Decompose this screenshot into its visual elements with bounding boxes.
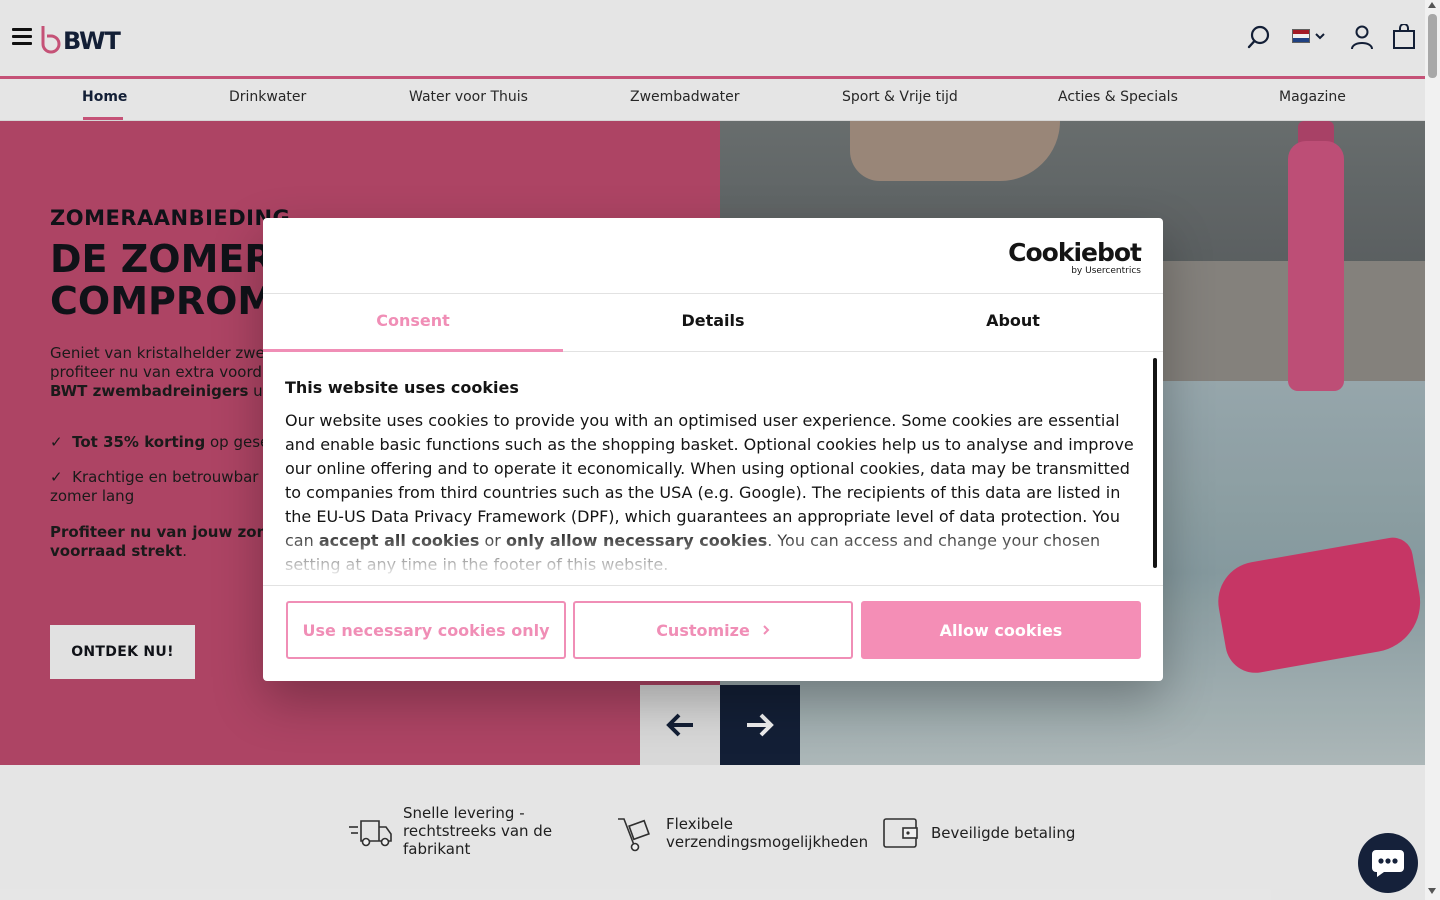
tab-details[interactable]: Details [563, 294, 863, 351]
use-necessary-cookies-label: Use necessary cookies only [302, 620, 550, 640]
dialog-text-part-2: or [479, 531, 506, 550]
chat-button[interactable] [1358, 833, 1418, 893]
dialog-heading: This website uses cookies [285, 378, 519, 397]
dialog-header: Cookiebot by Usercentrics [263, 218, 1163, 294]
dialog-tabs: Consent Details About [263, 294, 1163, 352]
tab-about[interactable]: About [863, 294, 1163, 351]
allow-cookies-label: Allow cookies [939, 620, 1063, 640]
accept-all-cookies-text: accept all cookies [318, 531, 480, 550]
dialog-text-part-1: Our website uses cookies to provide you … [285, 411, 1134, 550]
customize-button[interactable]: Customize [573, 601, 853, 659]
scroll-down-arrow-icon[interactable] [1428, 888, 1436, 894]
scrollbar-thumb[interactable] [1428, 14, 1437, 78]
allow-cookies-button[interactable]: Allow cookies [861, 601, 1141, 659]
dialog-body: This website uses cookies Our website us… [285, 374, 1140, 584]
customize-label: Customize [656, 620, 750, 640]
tab-consent[interactable]: Consent [263, 294, 563, 352]
dialog-text: Our website uses cookies to provide you … [285, 409, 1140, 577]
chevron-right-icon [763, 625, 770, 635]
cookiebot-logo: Cookiebot by Usercentrics [1008, 238, 1142, 277]
cookiebot-brand: Cookiebot [1008, 238, 1142, 267]
page-scrollbar[interactable] [1425, 0, 1440, 900]
dialog-scrollbar[interactable] [1153, 358, 1157, 568]
use-necessary-cookies-button[interactable]: Use necessary cookies only [286, 601, 566, 659]
dialog-footer: Use necessary cookies only Customize All… [263, 585, 1163, 681]
scroll-up-arrow-icon[interactable] [1428, 2, 1436, 8]
chat-bubble-icon [1372, 850, 1404, 877]
cookiebot-brand-sub: by Usercentrics [1071, 266, 1141, 276]
only-necessary-cookies-text: only allow necessary cookies [505, 531, 768, 550]
cookie-consent-dialog: Cookiebot by Usercentrics Consent Detail… [263, 218, 1163, 681]
